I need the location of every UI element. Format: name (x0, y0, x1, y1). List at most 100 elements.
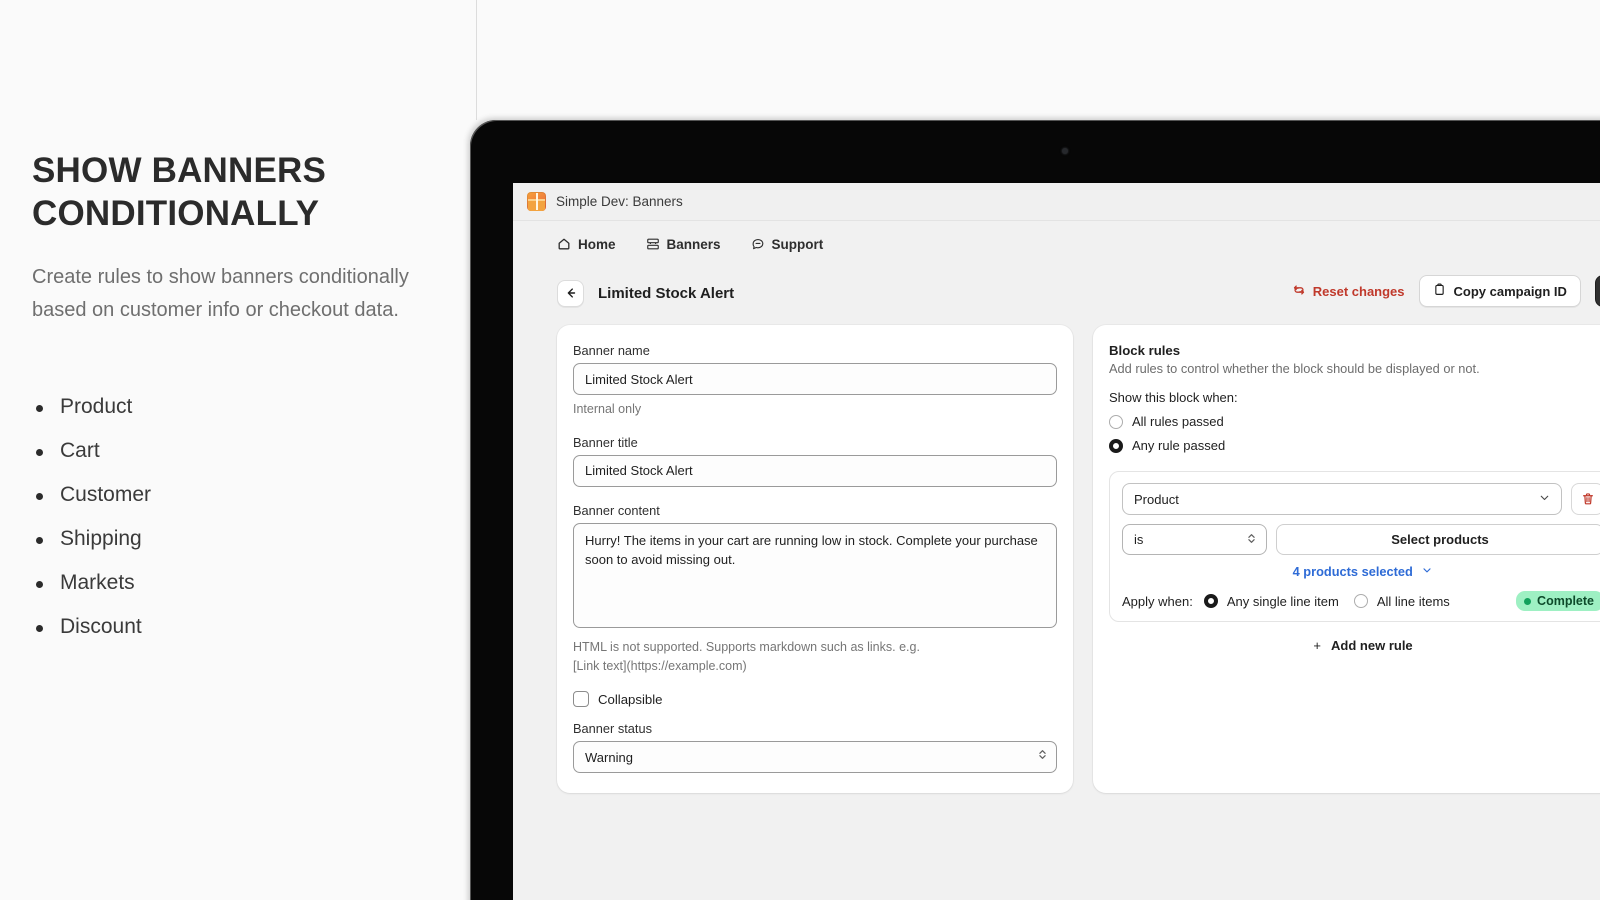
app-titlebar: Simple Dev: Banners × (513, 183, 1600, 221)
status-badge-label: Complete (1537, 594, 1594, 608)
list-item: Markets (32, 571, 444, 595)
banner-name-input[interactable] (573, 363, 1057, 395)
feature-label: Markets (60, 571, 135, 595)
chevron-updown-icon (1246, 531, 1257, 548)
nav-label: Home (578, 236, 616, 252)
banner-content-help: HTML is not supported. Supports markdown… (573, 638, 1057, 676)
apply-when-label: Apply when: (1122, 593, 1193, 609)
banners-icon (646, 237, 660, 251)
app-window: Simple Dev: Banners × Home (513, 183, 1600, 900)
rule-operator-row: is Select products (1122, 524, 1600, 555)
status-badge: Complete (1516, 591, 1600, 611)
show-when-label: Show this block when: (1109, 390, 1238, 405)
app-logo-icon (527, 192, 546, 211)
chevron-down-icon (1538, 491, 1551, 507)
select-products-button[interactable]: Select products (1276, 524, 1600, 555)
radio-label: Any rule passed (1132, 438, 1226, 453)
radio-any-single-line-item[interactable] (1203, 594, 1218, 608)
banner-status-label: Banner status (573, 721, 652, 737)
support-chat-icon (751, 237, 765, 251)
products-selected-label: 4 products selected (1292, 564, 1413, 579)
page-content: Banner name Internal only Banner title B… (513, 311, 1600, 794)
nav-item-home[interactable]: Home (557, 237, 616, 252)
list-item: Discount (32, 615, 444, 639)
copy-campaign-id-button[interactable]: Copy campaign ID (1418, 275, 1581, 307)
radio-all-rules-passed[interactable]: All rules passed (1109, 414, 1600, 429)
radio-all-line-items[interactable] (1353, 594, 1368, 608)
radio-label: All rules passed (1132, 414, 1224, 429)
marketing-panel: Show banners conditionally Create rules … (0, 120, 476, 900)
reset-changes-label: Reset changes (1312, 283, 1405, 299)
banner-title-input[interactable] (573, 454, 1057, 487)
radio-selected-icon (1109, 438, 1123, 453)
reset-changes-button[interactable]: Reset changes (1292, 283, 1405, 300)
rule-operator-value: is (1134, 532, 1144, 547)
collapsible-label: Collapsible (598, 691, 663, 707)
camera-icon (1062, 148, 1068, 154)
rule-subject-value: Product (1134, 491, 1179, 507)
products-selected-link[interactable]: 4 products selected (1122, 564, 1600, 579)
banner-name-help: Internal only (573, 402, 642, 416)
feature-label: Shipping (60, 527, 142, 551)
rule-subject-row: Product (1122, 483, 1600, 515)
feature-label: Product (60, 395, 133, 419)
collapsible-checkbox[interactable] (573, 691, 589, 708)
update-button[interactable]: Update (1594, 275, 1600, 307)
nav-item-banners[interactable]: Banners (646, 237, 721, 252)
banner-status-select-wrap: Warning (573, 741, 1057, 774)
page-headline: Show banners conditionally (32, 151, 327, 233)
chevron-down-icon (1421, 564, 1433, 579)
radio-icon (1109, 414, 1123, 429)
feature-label: Cart (60, 439, 100, 463)
banner-content-label: Banner content (573, 502, 660, 518)
nav-label: Banners (666, 236, 721, 252)
banner-status-select[interactable]: Warning (573, 741, 1057, 774)
list-item: Customer (32, 483, 444, 507)
list-item: Cart (32, 439, 444, 463)
app-nav: Home Banners Support (513, 221, 1600, 267)
page-subcopy: Create rules to show banners conditional… (32, 266, 409, 322)
nav-label: Support (771, 236, 824, 252)
rule-row: Product is Select products 4 products se… (1109, 471, 1600, 622)
copy-campaign-id-label: Copy campaign ID (1453, 283, 1567, 299)
add-new-rule-button[interactable]: + Add new rule (1109, 638, 1600, 653)
feature-label: Customer (60, 483, 152, 507)
banner-content-help-line1: HTML is not supported. Supports markdown… (573, 639, 920, 654)
banner-name-label: Banner name (573, 343, 650, 358)
layout-divider-vertical (476, 0, 477, 120)
tablet-device-frame: Simple Dev: Banners × Home (470, 120, 1600, 900)
trash-icon (1582, 493, 1593, 505)
apply-option-label: All line items (1376, 593, 1450, 609)
status-dot-icon (1524, 597, 1532, 605)
screenshot-root: Show banners conditionally Create rules … (0, 0, 1600, 900)
page-header-actions: Reset changes Copy campaign ID (1292, 275, 1600, 307)
block-rules-card: Block rules Add rules to control whether… (1093, 325, 1600, 794)
banner-content-help-line2: [Link text](https://example.com) (573, 658, 747, 673)
banner-content-textarea[interactable]: Hurry! The items in your cart are runnin… (573, 522, 1057, 628)
reset-icon (1292, 283, 1306, 300)
app-window-title: Simple Dev: Banners (556, 194, 683, 209)
banner-form-card: Banner name Internal only Banner title B… (557, 325, 1073, 794)
list-item: Product (32, 395, 444, 419)
back-button[interactable] (557, 279, 584, 307)
block-rules-subtitle: Add rules to control whether the block s… (1109, 361, 1480, 376)
radio-any-rule-passed[interactable]: Any rule passed (1109, 438, 1600, 453)
list-item: Shipping (32, 527, 444, 551)
page-header: Limited Stock Alert Reset changes Copy c… (513, 267, 1600, 311)
apply-when-row: Apply when: Any single line item All lin… (1122, 591, 1600, 611)
feature-label: Discount (60, 615, 142, 639)
feature-list: Product Cart Customer Shipping Markets D… (32, 395, 444, 639)
delete-rule-button[interactable] (1571, 483, 1600, 515)
collapsible-row: Collapsible (573, 691, 1057, 708)
plus-icon: + (1313, 638, 1321, 653)
arrow-left-icon (567, 288, 575, 298)
block-rules-title: Block rules (1109, 343, 1181, 358)
nav-item-support[interactable]: Support (751, 236, 824, 252)
rule-operator-select[interactable]: is (1122, 524, 1267, 555)
page-title: Limited Stock Alert (598, 284, 735, 302)
banner-title-label: Banner title (573, 434, 638, 450)
clipboard-icon (1433, 283, 1446, 299)
home-icon (557, 237, 571, 251)
add-new-rule-label: Add new rule (1331, 638, 1413, 653)
rule-subject-select[interactable]: Product (1122, 483, 1562, 515)
